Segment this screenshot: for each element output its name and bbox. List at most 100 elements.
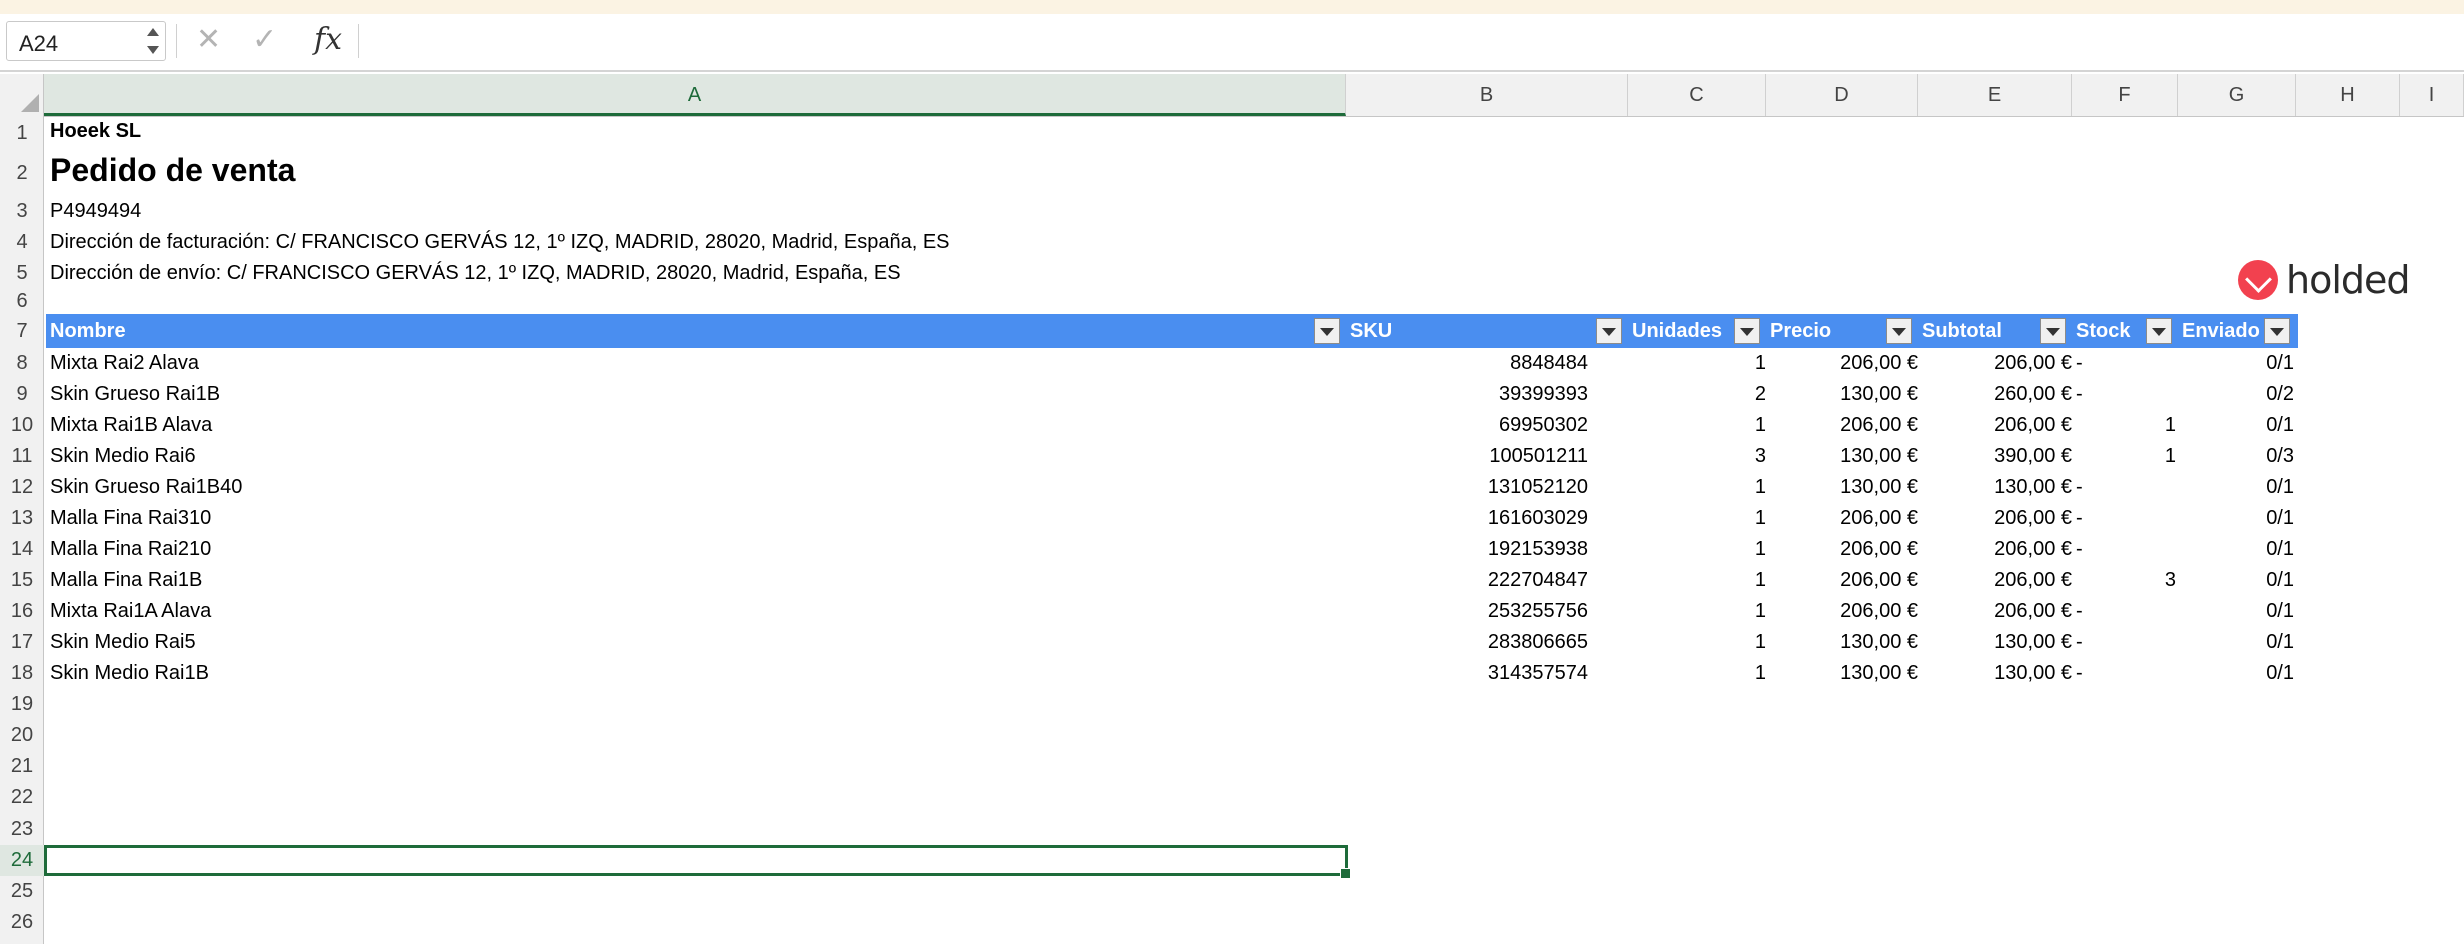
column-header-d[interactable]: D [1766,74,1918,116]
column-header-i[interactable]: I [2400,74,2464,116]
cell-precio[interactable]: 130,00 € [1768,441,1918,472]
active-cell-selection[interactable] [44,845,1351,879]
cell-unidades[interactable]: 2 [1630,379,1766,410]
cell-enviado[interactable]: 0/1 [2180,658,2294,689]
row-header[interactable]: 6 [0,289,44,314]
cell-subtotal[interactable]: 206,00 € [1920,503,2072,534]
cell-unidades[interactable]: 1 [1630,503,1766,534]
cell-unidades[interactable]: 1 [1630,596,1766,627]
column-header-f[interactable]: F [2072,74,2178,116]
row-header[interactable]: 20 [0,720,44,751]
column-header-c[interactable]: C [1628,74,1766,116]
cell-stock[interactable]: - [2076,658,2176,689]
worksheet-grid[interactable]: Hoeek SL Pedido de venta P4949494 Direcc… [44,116,2464,944]
cell-unidades[interactable]: 1 [1630,658,1766,689]
select-all-button[interactable] [0,74,44,116]
row-header[interactable]: 1 [0,116,44,150]
cell-precio[interactable]: 206,00 € [1768,596,1918,627]
cell-sku[interactable]: 314357574 [1344,658,1588,689]
column-header-b[interactable]: B [1346,74,1628,116]
cell-unidades[interactable]: 1 [1630,627,1766,658]
cell-unidades[interactable]: 1 [1630,348,1766,379]
cell-stock[interactable]: - [2076,627,2176,658]
cell-precio[interactable]: 130,00 € [1768,472,1918,503]
cell-unidades[interactable]: 3 [1630,441,1766,472]
row-header[interactable]: 19 [0,689,44,720]
filter-dropdown-precio[interactable] [1886,318,1912,344]
cell-sku[interactable]: 283806665 [1344,627,1588,658]
row-header[interactable]: 16 [0,596,44,627]
row-header[interactable]: 22 [0,782,44,813]
cell-subtotal[interactable]: 260,00 € [1920,379,2072,410]
cell-unidades[interactable]: 1 [1630,565,1766,596]
cell-precio[interactable]: 206,00 € [1768,348,1918,379]
cell-sku[interactable]: 69950302 [1344,410,1588,441]
cell-unidades[interactable]: 1 [1630,534,1766,565]
row-header[interactable]: 7 [0,314,44,348]
cell-subtotal[interactable]: 130,00 € [1920,658,2072,689]
cell-enviado[interactable]: 0/3 [2180,441,2294,472]
cell-subtotal[interactable]: 130,00 € [1920,472,2072,503]
cell-subtotal[interactable]: 206,00 € [1920,565,2072,596]
cell-nombre[interactable]: Malla Fina Rai310 [50,503,211,534]
row-header[interactable]: 15 [0,565,44,596]
filter-dropdown-subtotal[interactable] [2040,318,2066,344]
cell-sku[interactable]: 161603029 [1344,503,1588,534]
cell-enviado[interactable]: 0/1 [2180,503,2294,534]
row-header[interactable]: 18 [0,658,44,689]
filter-dropdown-enviado[interactable] [2264,318,2290,344]
fill-handle[interactable] [1340,868,1351,879]
cell-stock[interactable]: - [2076,534,2176,565]
cell-nombre[interactable]: Skin Grueso Rai1B [50,379,220,410]
cell-unidades[interactable]: 1 [1630,472,1766,503]
cell-subtotal[interactable]: 206,00 € [1920,348,2072,379]
cell-sku[interactable]: 192153938 [1344,534,1588,565]
cell-nombre[interactable]: Malla Fina Rai1B [50,565,202,596]
cell-precio[interactable]: 206,00 € [1768,410,1918,441]
cell-precio[interactable]: 130,00 € [1768,379,1918,410]
cell-sku[interactable]: 8848484 [1344,348,1588,379]
row-header[interactable]: 8 [0,348,44,379]
cell-enviado[interactable]: 0/1 [2180,410,2294,441]
row-header[interactable]: 3 [0,196,44,227]
row-header[interactable]: 4 [0,227,44,258]
cell-nombre[interactable]: Mixta Rai1A Alava [50,596,211,627]
filter-dropdown-nombre[interactable] [1314,318,1340,344]
row-header[interactable]: 14 [0,534,44,565]
row-header[interactable]: 25 [0,876,44,907]
cell-enviado[interactable]: 0/1 [2180,596,2294,627]
cell-unidades[interactable]: 1 [1630,410,1766,441]
cell-sku[interactable]: 253255756 [1344,596,1588,627]
cell-precio[interactable]: 206,00 € [1768,534,1918,565]
row-header[interactable]: 10 [0,410,44,441]
cell-stock[interactable]: 1 [2076,410,2176,441]
cell-sku[interactable]: 39399393 [1344,379,1588,410]
cell-subtotal[interactable]: 130,00 € [1920,627,2072,658]
cell-precio[interactable]: 130,00 € [1768,658,1918,689]
formula-input[interactable] [366,20,2456,62]
cell-nombre[interactable]: Malla Fina Rai210 [50,534,211,565]
cell-enviado[interactable]: 0/1 [2180,472,2294,503]
row-header[interactable]: 5 [0,258,44,289]
cell-stock[interactable]: - [2076,596,2176,627]
cell-precio[interactable]: 130,00 € [1768,627,1918,658]
cell-nombre[interactable]: Mixta Rai1B Alava [50,410,212,441]
filter-dropdown-sku[interactable] [1596,318,1622,344]
column-header-e[interactable]: E [1918,74,2072,116]
filter-dropdown-stock[interactable] [2146,318,2172,344]
row-header[interactable]: 21 [0,751,44,782]
cell-enviado[interactable]: 0/1 [2180,627,2294,658]
cell-precio[interactable]: 206,00 € [1768,503,1918,534]
cell-stock[interactable]: - [2076,472,2176,503]
cell-stock[interactable]: - [2076,379,2176,410]
cell-sku[interactable]: 100501211 [1344,441,1588,472]
cell-nombre[interactable]: Skin Medio Rai6 [50,441,196,472]
cell-enviado[interactable]: 0/1 [2180,565,2294,596]
name-box[interactable]: A24 [6,21,166,61]
x-icon[interactable]: ✕ [196,22,221,58]
row-header[interactable]: 9 [0,379,44,410]
cell-nombre[interactable]: Mixta Rai2 Alava [50,348,199,379]
row-header[interactable]: 26 [0,907,44,938]
cell-precio[interactable]: 206,00 € [1768,565,1918,596]
cell-stock[interactable]: - [2076,503,2176,534]
